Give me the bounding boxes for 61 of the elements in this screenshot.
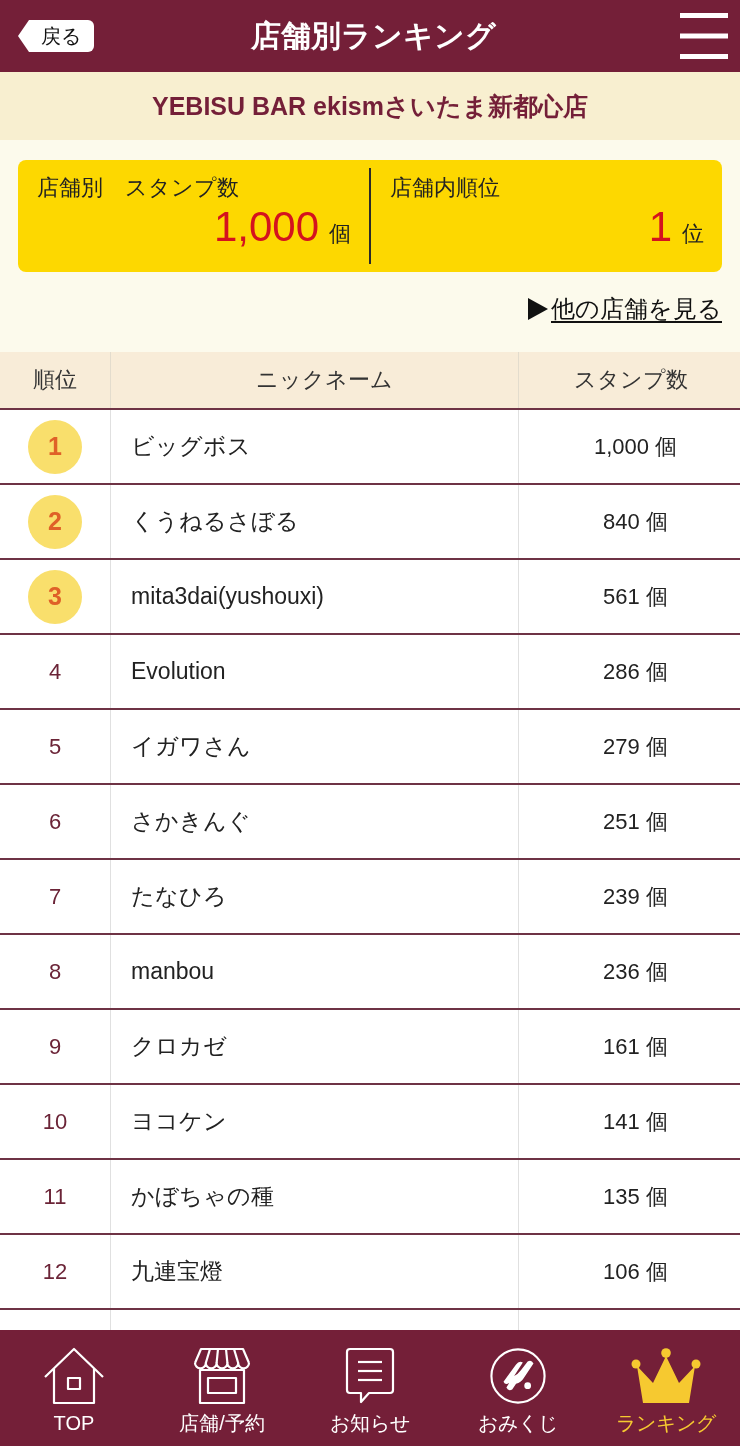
stamp-count: 251 個 <box>603 807 668 836</box>
tab[interactable]: TOP <box>0 1330 148 1446</box>
nickname: クロカゼ <box>131 1032 227 1061</box>
rank-number: 12 <box>42 1258 68 1285</box>
rank-number: 4 <box>48 658 62 685</box>
shop-icon <box>191 1347 253 1405</box>
stamp-count: 561 個 <box>603 582 668 611</box>
tab[interactable]: 店舗/予約 <box>148 1330 296 1446</box>
nickname: mita3dai(yushouxi) <box>131 583 325 610</box>
rank-number: 9 <box>48 1033 62 1060</box>
nickname: Evolution <box>131 658 226 685</box>
rank-badge: 2 <box>28 494 82 549</box>
stamp-count: 135 個 <box>603 1182 668 1211</box>
triangle-icon <box>528 298 548 320</box>
home-icon <box>43 1347 105 1405</box>
tab[interactable]: お知らせ <box>296 1330 444 1446</box>
rank-badge: 3 <box>28 569 82 624</box>
summary-value: 1,000 <box>213 202 319 252</box>
summary-label: 店舗別 スタンプ数 <box>37 174 240 202</box>
stamp-count: 106 個 <box>603 1257 668 1286</box>
nickname: イガワさん <box>131 732 251 761</box>
stamp-count: 161 個 <box>603 1032 668 1061</box>
summary-unit: 位 <box>682 220 704 248</box>
nickname: ビッグボス <box>131 432 251 461</box>
stamp-count: 1,000 個 <box>593 432 678 461</box>
stamp-count: 286 個 <box>603 657 668 686</box>
nickname: さかきんぐ <box>131 807 251 836</box>
stamp-count: 840 個 <box>603 507 668 536</box>
emblem-icon <box>487 1347 549 1405</box>
rank-number: 8 <box>48 958 62 985</box>
rank-badge: 1 <box>28 419 82 474</box>
back-button[interactable]: 戻る <box>18 20 94 52</box>
rank-number: 11 <box>43 1183 67 1210</box>
menu-icon[interactable] <box>680 12 728 60</box>
nickname: たなひろ <box>131 882 227 911</box>
tab[interactable]: おみくじ <box>444 1330 592 1446</box>
rank-number: 5 <box>48 733 62 760</box>
column-header: 順位 <box>33 366 77 394</box>
crown-icon <box>631 1347 701 1405</box>
stamp-count: 239 個 <box>603 882 668 911</box>
stamp-count: 279 個 <box>603 732 668 761</box>
column-header: スタンプ数 <box>573 366 688 394</box>
other-stores-link[interactable]: 他の店舗を見る <box>528 293 722 325</box>
summary-unit: 個 <box>329 220 351 248</box>
tab[interactable]: ランキング <box>592 1330 740 1446</box>
nickname: くうねるさぼる <box>131 507 299 536</box>
stamp-count: 236 個 <box>603 957 668 986</box>
nickname: 九連宝燈 <box>131 1257 223 1286</box>
nickname: かぼちゃの種 <box>131 1182 274 1211</box>
speech-bubble-icon <box>345 1347 395 1405</box>
store-name: YEBISU BAR ekismさいたま新都心店 <box>152 90 588 122</box>
stamp-count: 141 個 <box>603 1107 668 1136</box>
page-title: 店舗別ランキング <box>250 17 496 54</box>
nickname: manbou <box>131 958 215 985</box>
summary-label: 店舗内順位 <box>390 174 501 202</box>
rank-number: 7 <box>48 883 62 910</box>
column-header: ニックネーム <box>256 366 393 394</box>
summary-value: 1 <box>648 202 672 252</box>
rank-number: 6 <box>48 808 62 835</box>
rank-number: 10 <box>42 1108 68 1135</box>
nickname: ヨコケン <box>131 1107 227 1136</box>
